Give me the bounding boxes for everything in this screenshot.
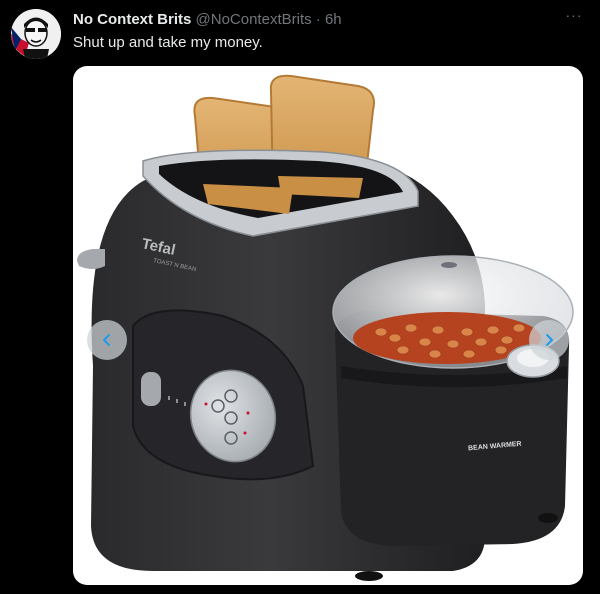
tweet-text: Shut up and take my money. [73, 34, 263, 51]
carousel-prev-button[interactable] [87, 320, 127, 360]
more-dots-icon[interactable]: ··· [564, 8, 584, 28]
timestamp[interactable]: 6h [325, 11, 342, 28]
media-image[interactable]: Tefal TOAST N BEAN BEAN WARMER [73, 66, 583, 585]
chevron-right-icon [546, 334, 553, 346]
carousel-next-button[interactable] [529, 320, 569, 360]
handle[interactable]: @NoContextBrits [196, 11, 312, 28]
display-name[interactable]: No Context Brits [73, 11, 191, 28]
separator: · [315, 11, 321, 28]
avatar[interactable] [11, 9, 61, 59]
toaster-illustration: Tefal TOAST N BEAN BEAN WARMER [77, 74, 574, 581]
tweet-header: No Context Brits @NoContextBrits · 6h [73, 10, 342, 30]
chevron-left-icon [103, 334, 110, 346]
avatar-image [11, 9, 61, 59]
tweet[interactable]: No Context Brits @NoContextBrits · 6h ··… [0, 0, 600, 594]
